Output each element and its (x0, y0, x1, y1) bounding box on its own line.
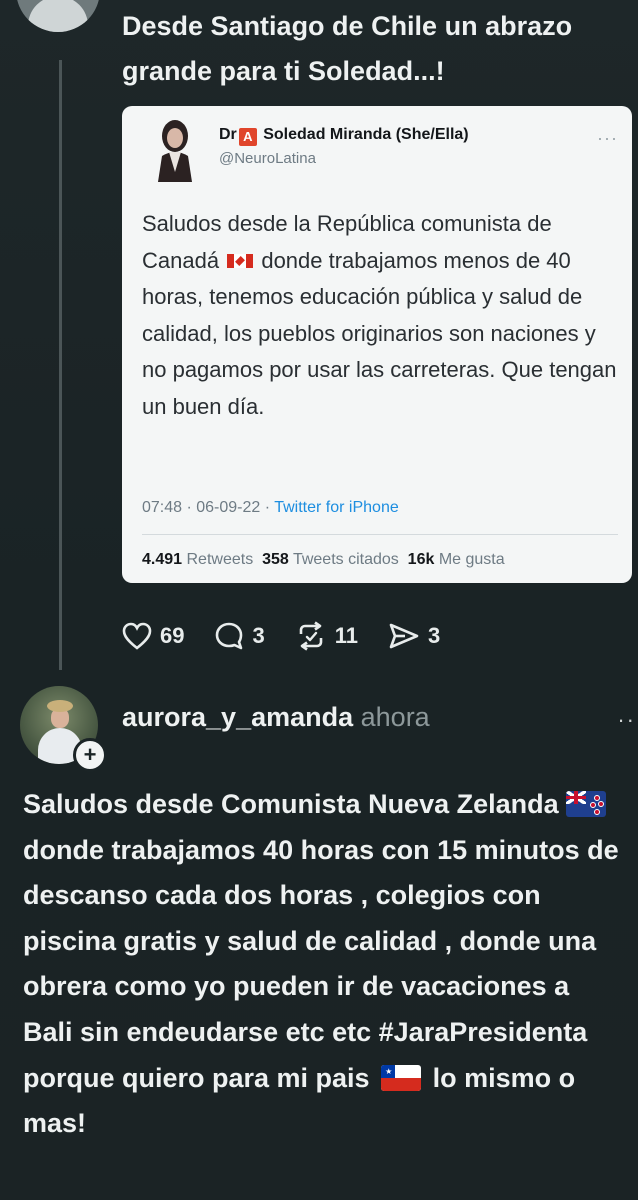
chile-flag-icon: ★ (381, 1064, 422, 1091)
quoted-tweet-screenshot[interactable]: Dr A Soledad Miranda (She/Ella) @NeuroLat… (122, 106, 632, 583)
quoted-author-name: Dr A Soledad Miranda (She/Ella) (219, 126, 469, 146)
follow-plus-icon[interactable]: + (73, 738, 107, 772)
quotes-label: Tweets citados (292, 551, 399, 568)
like-button[interactable]: 69 (122, 622, 184, 650)
post-actions: 69 3 11 3 (122, 616, 470, 656)
divider (142, 534, 618, 535)
threads-feed: Desde Santiago de Chile un abrazo grande… (0, 0, 638, 1200)
user-avatar[interactable] (16, 0, 100, 32)
heart-icon (122, 622, 152, 650)
send-icon (389, 623, 419, 649)
repost-count: 11 (334, 623, 358, 648)
author-portrait-icon (158, 120, 192, 182)
thread-connector-line (59, 60, 62, 670)
likes-count: 16k (407, 551, 435, 568)
a-badge-icon: A (238, 128, 257, 146)
quotes-count: 358 (262, 551, 289, 568)
retweets-label: Retweets (186, 551, 254, 568)
comment-icon (216, 622, 243, 650)
quoted-tweet-stats: 4.491 Retweets 358 Tweets citados 16k Me… (142, 551, 505, 569)
quoted-tweet-metadata: 07:48 · 06-09-22 · Twitter for iPhone (142, 499, 399, 517)
body-text-part2: donde trabajamos menos de 40 horas, tene… (142, 247, 617, 419)
client-link: Twitter for iPhone (274, 499, 399, 516)
avatar-body-shape (28, 0, 88, 32)
reply-count: 3 (252, 623, 265, 648)
author-display-name: Soledad Miranda (She/Ella) (263, 126, 469, 143)
username[interactable]: aurora_y_amanda (122, 702, 353, 732)
share-button[interactable]: 3 (388, 622, 440, 650)
more-options-icon[interactable]: ·· (617, 707, 636, 733)
repost-button[interactable]: 11 (295, 621, 358, 651)
post-time: ahora (360, 702, 430, 732)
post-text-part1: Saludos desde Comunista Nueva Zelanda (23, 789, 559, 819)
post-header: aurora_y_amanda ahora (122, 702, 430, 733)
repost-icon (299, 621, 323, 651)
likes-label: Me gusta (438, 551, 505, 568)
new-zealand-flag-icon (566, 791, 607, 817)
post-text: Saludos desde Comunista Nueva Zelanda do… (23, 782, 623, 1147)
reply-button[interactable]: 3 (214, 621, 265, 651)
quoted-author-handle: @NeuroLatina (219, 150, 316, 167)
more-options-icon: ··· (597, 128, 618, 148)
retweets-count: 4.491 (142, 551, 183, 568)
timestamp: 07:48 · 06-09-22 · (142, 499, 275, 516)
name-prefix: Dr (219, 126, 237, 143)
avatar-hat-shape (47, 700, 73, 712)
share-count: 3 (428, 623, 441, 648)
like-count: 69 (160, 623, 185, 648)
post-text: Desde Santiago de Chile un abrazo grande… (122, 11, 573, 86)
canada-flag-icon (227, 253, 254, 268)
post-text-part2: donde trabajamos 40 horas con 15 minutos… (23, 834, 619, 1093)
quoted-tweet-body: Saludos desde la República comunista de … (142, 206, 624, 425)
